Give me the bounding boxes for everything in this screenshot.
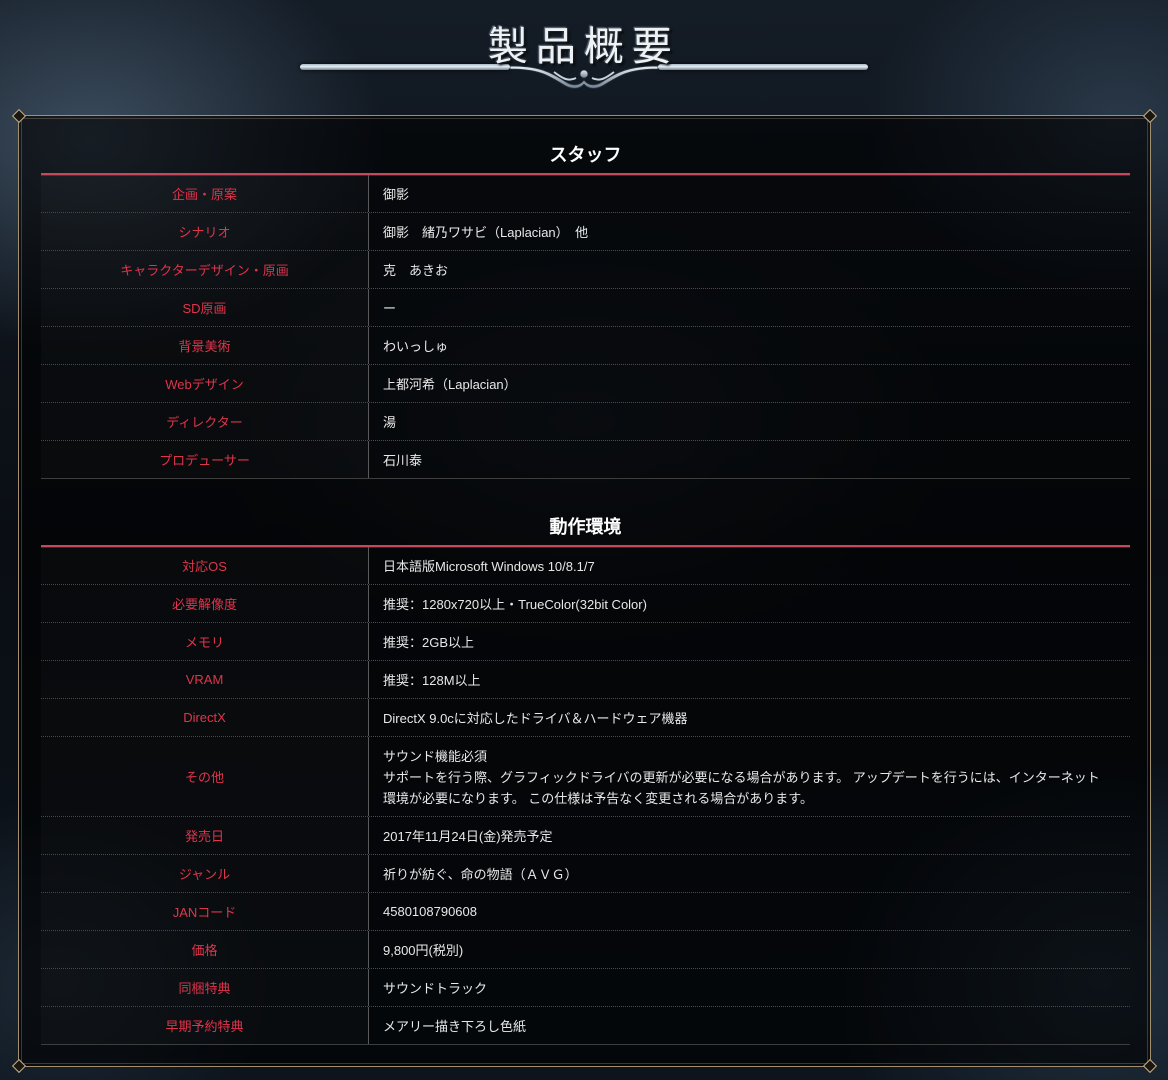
row-label: 必要解像度 [41,585,369,622]
row-label: メモリ [41,623,369,660]
table-row: 価格 9,800円(税別) [41,931,1130,969]
row-label: Webデザイン [41,365,369,402]
row-value: 4580108790608 [383,904,477,919]
staff-heading: スタッフ [41,136,1130,175]
table-row: 必要解像度 推奨：1280x720以上・TrueColor(32bit Colo… [41,585,1130,623]
row-label: 背景美術 [41,327,369,364]
table-row: VRAM 推奨：128M以上 [41,661,1130,699]
row-value: DirectX 9.0cに対応したドライバ＆ハードウェア機器 [383,711,688,726]
table-row: 同梱特典 サウンドトラック [41,969,1130,1007]
table-row: 発売日 2017年11月24日(金)発売予定 [41,817,1130,855]
environment-section: 動作環境 対応OS 日本語版Microsoft Windows 10/8.1/7… [41,508,1130,1045]
table-row: ディレクター 湯 [41,403,1130,441]
row-label: 企画・原案 [41,175,369,212]
row-value: 克 あきお [383,263,449,278]
row-value: 9,800円(税別) [383,943,464,958]
row-value: 推奨：1280x720以上・TrueColor(32bit Color) [383,597,647,612]
table-row: メモリ 推奨：2GB以上 [41,623,1130,661]
row-value: 日本語版Microsoft Windows 10/8.1/7 [383,559,595,574]
page-header: 製品概要 [300,8,868,96]
row-value: ー [383,301,397,316]
row-label: キャラクターデザイン・原画 [41,251,369,288]
other-line: サウンド機能必須 [383,749,488,764]
row-value: 御影 緒乃ワサビ（Laplacian） 他 [383,225,589,240]
row-label: ディレクター [41,403,369,440]
row-value: 祈りが紡ぐ、命の物語（ＡＶＧ） [383,867,578,882]
row-label: JANコード [41,893,369,930]
table-row: DirectX DirectX 9.0cに対応したドライバ＆ハードウェア機器 [41,699,1130,737]
row-label: DirectX [41,699,369,736]
table-row: JANコード 4580108790608 [41,893,1130,931]
row-value: サウンドトラック [383,981,488,996]
row-value: メアリー描き下ろし色紙 [383,1019,527,1034]
row-label: プロデューサー [41,441,369,478]
table-row: 早期予約特典 メアリー描き下ろし色紙 [41,1007,1130,1045]
row-label: VRAM [41,661,369,698]
table-row: キャラクターデザイン・原画 克 あきお [41,251,1130,289]
row-value: わいっしゅ [383,339,449,354]
other-line: 環境が必要になります。 この仕様は予告なく変更される場合があります。 [383,791,814,806]
other-line: サポートを行う際、グラフィックドライバの更新が必要になる場合があります。 アップ… [383,770,1100,785]
row-label: 発売日 [41,817,369,854]
table-row: SD原画 ー [41,289,1130,327]
row-value: 2017年11月24日(金)発売予定 [383,829,553,844]
row-label: ジャンル [41,855,369,892]
row-label: 対応OS [41,547,369,584]
row-value: 推奨：128M以上 [383,673,481,688]
staff-section: スタッフ 企画・原案 御影 シナリオ 御影 緒乃ワサビ（Laplacian） 他… [41,136,1130,479]
environment-heading: 動作環境 [41,508,1130,547]
table-row: シナリオ 御影 緒乃ワサビ（Laplacian） 他 [41,213,1130,251]
row-label: SD原画 [41,289,369,326]
table-row: 対応OS 日本語版Microsoft Windows 10/8.1/7 [41,547,1130,585]
table-row: 背景美術 わいっしゅ [41,327,1130,365]
page-title: 製品概要 [488,24,680,70]
table-row: Webデザイン 上都河希（Laplacian） [41,365,1130,403]
table-row: その他 サウンド機能必須 サポートを行う際、グラフィックドライバの更新が必要にな… [41,737,1130,817]
table-row: ジャンル 祈りが紡ぐ、命の物語（ＡＶＧ） [41,855,1130,893]
table-row: 企画・原案 御影 [41,175,1130,213]
row-label: 同梱特典 [41,969,369,1006]
row-label: その他 [41,737,369,816]
row-value: 湯 [383,415,397,430]
row-value: 石川泰 [383,453,423,468]
row-label: 価格 [41,931,369,968]
row-label: 早期予約特典 [41,1007,369,1044]
row-label: シナリオ [41,213,369,250]
row-value: サウンド機能必須 サポートを行う際、グラフィックドライバの更新が必要になる場合が… [369,737,1130,816]
row-value: 御影 [383,187,410,202]
row-value: 上都河希（Laplacian） [383,377,517,392]
product-overview-panel: スタッフ 企画・原案 御影 シナリオ 御影 緒乃ワサビ（Laplacian） 他… [11,108,1158,1074]
table-row: プロデューサー 石川泰 [41,441,1130,479]
row-value: 推奨：2GB以上 [383,635,475,650]
